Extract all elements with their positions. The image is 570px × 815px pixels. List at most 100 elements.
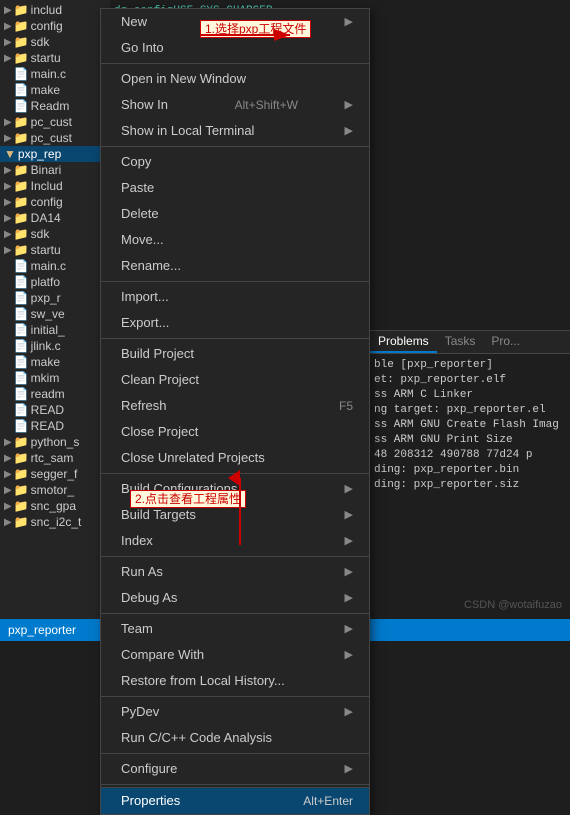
sidebar-item-4[interactable]: ▶📄main.c	[0, 66, 110, 82]
menu-item-properties[interactable]: PropertiesAlt+Enter	[101, 787, 369, 814]
sidebar-item-15[interactable]: ▶📁startu	[0, 242, 110, 258]
file-icon: 📄	[14, 419, 29, 433]
menu-label-delete: Delete	[121, 204, 159, 224]
sidebar-item-10[interactable]: ▶📁Binari	[0, 162, 110, 178]
sidebar-item-29[interactable]: ▶📁segger_f	[0, 466, 110, 482]
sidebar-item-22[interactable]: ▶📄make	[0, 354, 110, 370]
sidebar-item-0[interactable]: ▶📁includ	[0, 2, 110, 18]
menu-item-show-local-terminal[interactable]: Show in Local Terminal▶	[101, 118, 369, 144]
menu-item-new[interactable]: New▶	[101, 9, 369, 35]
menu-item-build-targets[interactable]: Build Targets▶	[101, 502, 369, 528]
sidebar-item-24[interactable]: ▶📄readm	[0, 386, 110, 402]
folder-icon: 📁	[14, 19, 29, 33]
file-icon: 📄	[14, 275, 29, 289]
status-text: pxp_reporter	[8, 623, 76, 637]
menu-item-copy[interactable]: Copy	[101, 149, 369, 175]
menu-item-build-project[interactable]: Build Project	[101, 341, 369, 367]
menu-item-close-project[interactable]: Close Project	[101, 419, 369, 445]
menu-item-debug-as[interactable]: Debug As▶	[101, 585, 369, 611]
sidebar-item-13[interactable]: ▶📁DA14	[0, 210, 110, 226]
menu-item-delete[interactable]: Delete	[101, 201, 369, 227]
sidebar-item-7[interactable]: ▶📁pc_cust	[0, 114, 110, 130]
menu-item-close-unrelated[interactable]: Close Unrelated Projects	[101, 445, 369, 471]
item-label: make	[31, 83, 60, 97]
sidebar-item-11[interactable]: ▶📁Includ	[0, 178, 110, 194]
expand-spacer: ▶	[4, 341, 12, 352]
expand-icon: ▶	[4, 53, 12, 64]
sidebar-item-3[interactable]: ▶📁startu	[0, 50, 110, 66]
sidebar-item-30[interactable]: ▶📁smotor_	[0, 482, 110, 498]
expand-spacer: ▶	[4, 309, 12, 320]
sidebar-item-12[interactable]: ▶📁config	[0, 194, 110, 210]
sidebar-item-32[interactable]: ▶📁snc_i2c_t	[0, 514, 110, 530]
sidebar-item-14[interactable]: ▶📁sdk	[0, 226, 110, 242]
sidebar-item-26[interactable]: ▶📄READ	[0, 418, 110, 434]
expand-spacer: ▶	[4, 325, 12, 336]
menu-item-build-configurations[interactable]: Build Configurations▶	[101, 476, 369, 502]
sidebar-item-27[interactable]: ▶📁python_s	[0, 434, 110, 450]
sidebar-item-25[interactable]: ▶📄READ	[0, 402, 110, 418]
menu-item-configure[interactable]: Configure▶	[101, 756, 369, 782]
panel-content: ble [pxp_reporter]et: pxp_reporter.elfss…	[370, 354, 570, 497]
menu-arrow-debug-as: ▶	[345, 588, 353, 608]
menu-item-export[interactable]: Export...	[101, 310, 369, 336]
menu-separator-25	[101, 556, 369, 557]
menu-item-go-into[interactable]: Go Into	[101, 35, 369, 61]
menu-item-refresh[interactable]: RefreshF5	[101, 393, 369, 419]
item-label: mkim	[31, 371, 60, 385]
panel-line-5: ss ARM GNU Print Size	[374, 433, 566, 448]
sidebar: ▶📁includ▶📁config▶📁sdk▶📁startu▶📄main.c▶📄m…	[0, 0, 110, 641]
folder-icon: 📁	[14, 195, 29, 209]
sidebar-item-9[interactable]: ▼pxp_rep	[0, 146, 110, 162]
sidebar-item-20[interactable]: ▶📄initial_	[0, 322, 110, 338]
menu-separator-28	[101, 613, 369, 614]
menu-item-compare-with[interactable]: Compare With▶	[101, 642, 369, 668]
sidebar-item-1[interactable]: ▶📁config	[0, 18, 110, 34]
expand-spacer: ▶	[4, 405, 12, 416]
menu-separator-21	[101, 473, 369, 474]
menu-label-compare-with: Compare With	[121, 645, 204, 665]
expand-icon: ▶	[4, 133, 12, 144]
menu-item-open-new-window[interactable]: Open in New Window	[101, 66, 369, 92]
item-label: python_s	[31, 435, 80, 449]
menu-item-import[interactable]: Import...	[101, 284, 369, 310]
menu-item-rename[interactable]: Rename...	[101, 253, 369, 279]
sidebar-item-8[interactable]: ▶📁pc_cust	[0, 130, 110, 146]
menu-item-index[interactable]: Index▶	[101, 528, 369, 554]
menu-item-run-as[interactable]: Run As▶	[101, 559, 369, 585]
file-icon: 📄	[14, 291, 29, 305]
menu-item-run-analysis[interactable]: Run C/C++ Code Analysis	[101, 725, 369, 751]
panel-line-7: ding: pxp_reporter.bin	[374, 463, 566, 478]
menu-item-clean-project[interactable]: Clean Project	[101, 367, 369, 393]
sidebar-item-19[interactable]: ▶📄sw_ve	[0, 306, 110, 322]
menu-label-import: Import...	[121, 287, 169, 307]
menu-item-move[interactable]: Move...	[101, 227, 369, 253]
menu-label-close-project: Close Project	[121, 422, 198, 442]
menu-item-pydev[interactable]: PyDev▶	[101, 699, 369, 725]
sidebar-item-6[interactable]: ▶📄Readm	[0, 98, 110, 114]
menu-item-restore[interactable]: Restore from Local History...	[101, 668, 369, 694]
item-label: READ	[31, 419, 64, 433]
panel-line-0: ble [pxp_reporter]	[374, 358, 566, 373]
sidebar-item-23[interactable]: ▶📄mkim	[0, 370, 110, 386]
menu-item-team[interactable]: Team▶	[101, 616, 369, 642]
panel-tab-1[interactable]: Tasks	[437, 331, 484, 353]
panel-tab-2[interactable]: Pro...	[483, 331, 528, 353]
panel-tab-0[interactable]: Problems	[370, 331, 437, 353]
folder-icon: 📁	[14, 243, 29, 257]
sidebar-item-28[interactable]: ▶📁rtc_sam	[0, 450, 110, 466]
sidebar-item-31[interactable]: ▶📁snc_gpa	[0, 498, 110, 514]
expand-spacer: ▶	[4, 357, 12, 368]
file-icon: 📄	[14, 371, 29, 385]
menu-item-paste[interactable]: Paste	[101, 175, 369, 201]
sidebar-item-2[interactable]: ▶📁sdk	[0, 34, 110, 50]
sidebar-item-5[interactable]: ▶📄make	[0, 82, 110, 98]
menu-item-show-in[interactable]: Show InAlt+Shift+W▶	[101, 92, 369, 118]
sidebar-item-16[interactable]: ▶📄main.c	[0, 258, 110, 274]
sidebar-item-17[interactable]: ▶📄platfo	[0, 274, 110, 290]
sidebar-item-21[interactable]: ▶📄jlink.c	[0, 338, 110, 354]
file-icon: 📄	[14, 259, 29, 273]
problems-panel: ProblemsTasksPro... ble [pxp_reporter]et…	[370, 330, 570, 497]
sidebar-item-18[interactable]: ▶📄pxp_r	[0, 290, 110, 306]
folder-icon: 📁	[14, 435, 29, 449]
